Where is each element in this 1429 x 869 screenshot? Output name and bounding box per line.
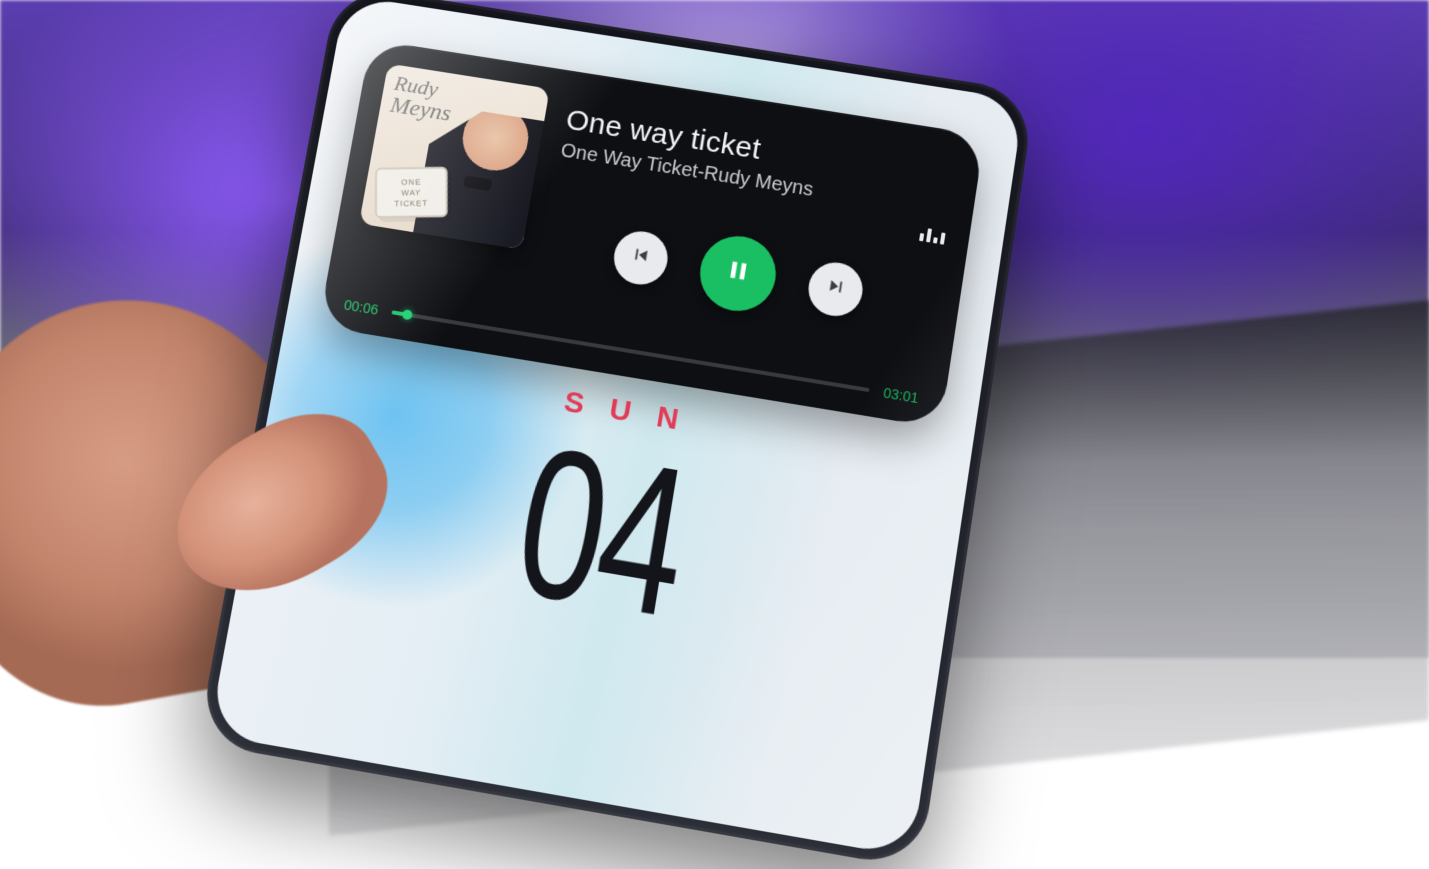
elapsed-time: 00:06 (343, 297, 380, 318)
pause-icon (722, 255, 755, 291)
progress-knob[interactable] (402, 309, 413, 320)
album-art-ticket: ONE WAY TICKET (375, 167, 448, 218)
skip-previous-icon (628, 243, 654, 273)
skip-next-icon (823, 274, 849, 304)
duration-time: 03:01 (882, 385, 919, 406)
play-pause-button[interactable] (695, 230, 782, 316)
equalizer-icon[interactable] (919, 223, 946, 244)
album-art-text-2: Meyns (388, 93, 452, 125)
album-art[interactable]: Rudy Meyns ONE WAY TICKET (359, 63, 550, 249)
next-button[interactable] (805, 258, 867, 319)
previous-button[interactable] (610, 227, 672, 288)
